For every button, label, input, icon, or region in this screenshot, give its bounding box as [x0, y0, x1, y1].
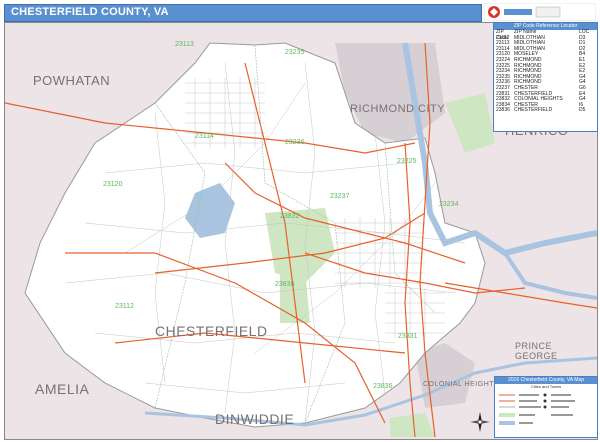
zip-label: 23836	[373, 383, 393, 390]
zip-reference-table: ZIP Code Reference Locator ZIP Code ZIP …	[493, 22, 598, 132]
zip-table-rows: 23112 MIDLOTHIAN D3 23113 MIDLOTHIAN D1 23114 M…	[494, 35, 597, 114]
zip-label: 23832	[280, 213, 300, 220]
zip-table-cell: D5	[579, 107, 586, 114]
zip-label: 23235	[285, 49, 305, 56]
legend-title: 2016 Chesterfield County, VA Map	[495, 377, 597, 384]
logo	[484, 3, 596, 21]
zip-label: 23831	[398, 333, 418, 340]
zip-label: 23114	[195, 133, 214, 140]
legend-graphics	[499, 393, 575, 425]
map-legend: 2016 Chesterfield County, VA Map Cities …	[494, 376, 598, 438]
zip-table-row: 23836 CHESTERFIELD D5	[494, 108, 597, 114]
region-label-colonial-heights: COLONIAL HEIGHTS	[423, 381, 500, 388]
region-label-prince-george: PRINCE GEORGE	[515, 341, 558, 361]
region-label-richmond-city: RICHMOND CITY	[350, 103, 446, 115]
compass-rose-icon	[470, 412, 490, 432]
region-label-dinwiddie: DINWIDDIE	[215, 411, 295, 427]
region-label-amelia: AMELIA	[35, 381, 90, 397]
zip-table-cell: 23836	[496, 107, 510, 114]
zip-label: 23113	[175, 41, 194, 48]
zip-label: 23236	[285, 139, 305, 146]
map-title: CHESTERFIELD COUNTY, VA	[11, 6, 169, 18]
zip-table-cell: CHESTERFIELD	[514, 107, 553, 114]
map-poster: CHESTERFIELD COUNTY, VA POWHATAN RICHMON…	[0, 0, 600, 442]
zip-label: 23112	[115, 303, 134, 310]
zip-label: 23237	[330, 193, 350, 200]
zip-label: 23838	[275, 281, 295, 288]
zip-label: 23225	[397, 158, 417, 165]
region-label-chesterfield: CHESTERFIELD	[155, 323, 268, 339]
region-label-powhatan: POWHATAN	[33, 73, 111, 88]
zip-label: 23120	[103, 181, 123, 188]
zip-label: 23234	[439, 201, 459, 208]
title-bar: CHESTERFIELD COUNTY, VA	[4, 4, 482, 22]
